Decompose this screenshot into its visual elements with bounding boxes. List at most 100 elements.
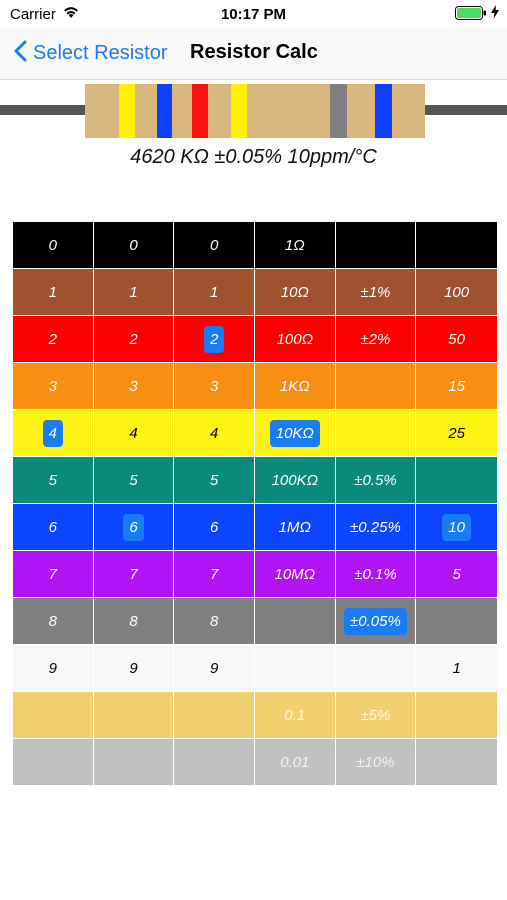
cell-black-band-2[interactable]: 0 bbox=[93, 222, 175, 269]
cell-green-multiplier[interactable]: 100KΩ bbox=[254, 457, 336, 504]
cell-red-band-2[interactable]: 2 bbox=[93, 316, 175, 363]
cell-white-tempco[interactable]: 1 bbox=[416, 645, 497, 692]
cell-gray-tempco[interactable] bbox=[416, 598, 497, 645]
cell-value: ±5% bbox=[360, 706, 391, 724]
cell-black-multiplier[interactable]: 1Ω bbox=[254, 222, 336, 269]
cell-red-tolerance[interactable]: ±2% bbox=[335, 316, 417, 363]
cell-orange-band-3[interactable]: 3 bbox=[174, 363, 255, 410]
cell-silver-tolerance[interactable]: ±10% bbox=[335, 739, 417, 786]
cell-gray-tolerance[interactable]: ±0.05% bbox=[335, 598, 417, 645]
cell-yellow-band-3[interactable]: 4 bbox=[174, 410, 255, 457]
cell-violet-multiplier[interactable]: 10MΩ bbox=[254, 551, 336, 598]
cell-brown-band-3[interactable]: 1 bbox=[174, 269, 255, 316]
cell-green-tempco[interactable] bbox=[416, 457, 497, 504]
back-button[interactable]: Select Resistor bbox=[14, 40, 168, 67]
cell-brown-band-2[interactable]: 1 bbox=[93, 269, 175, 316]
cell-red-tempco[interactable]: 50 bbox=[416, 316, 497, 363]
grid-row-gold: 0.1 ±5% bbox=[13, 692, 497, 739]
resistor-lead-right bbox=[420, 105, 507, 115]
cell-brown-multiplier[interactable]: 10Ω bbox=[254, 269, 336, 316]
cell-value: 6 bbox=[209, 518, 219, 536]
grid-row-yellow: 4 4 4 10KΩ 25 bbox=[13, 410, 497, 457]
cell-silver-multiplier[interactable]: 0.01 bbox=[254, 739, 336, 786]
cell-orange-multiplier[interactable]: 1KΩ bbox=[254, 363, 336, 410]
cell-brown-band-1[interactable]: 1 bbox=[13, 269, 94, 316]
resistor-band-3-red bbox=[192, 84, 208, 138]
resistor-band-5-gray bbox=[330, 84, 347, 138]
cell-black-tempco[interactable] bbox=[416, 222, 497, 269]
cell-white-band-3[interactable]: 9 bbox=[174, 645, 255, 692]
cell-black-band-1[interactable]: 0 bbox=[13, 222, 94, 269]
back-button-label: Select Resistor bbox=[33, 42, 168, 64]
cell-orange-tolerance[interactable] bbox=[335, 363, 417, 410]
cell-yellow-tempco[interactable]: 25 bbox=[416, 410, 497, 457]
cell-value: 5 bbox=[452, 565, 461, 583]
grid-row-brown: 1 1 1 10Ω ±1% 100 bbox=[13, 269, 497, 316]
cell-gray-band-1[interactable]: 8 bbox=[13, 598, 94, 645]
cell-value: ±1% bbox=[360, 283, 391, 301]
cell-yellow-tolerance[interactable] bbox=[335, 410, 417, 457]
cell-gold-band-3[interactable] bbox=[174, 692, 255, 739]
cell-black-tolerance[interactable] bbox=[335, 222, 417, 269]
cell-violet-band-1[interactable]: 7 bbox=[13, 551, 94, 598]
cell-blue-band-1[interactable]: 6 bbox=[13, 504, 94, 551]
selected-cell-value: ±0.05% bbox=[344, 607, 407, 635]
cell-green-band-1[interactable]: 5 bbox=[13, 457, 94, 504]
cell-red-band-3[interactable]: 2 bbox=[174, 316, 255, 363]
charging-icon bbox=[491, 5, 499, 24]
cell-gray-multiplier[interactable] bbox=[254, 598, 336, 645]
grid-row-gray: 8 8 8 ±0.05% bbox=[13, 598, 497, 645]
cell-violet-band-2[interactable]: 7 bbox=[93, 551, 175, 598]
cell-value: 0.01 bbox=[280, 753, 310, 771]
cell-white-tolerance[interactable] bbox=[335, 645, 417, 692]
cell-yellow-band-1[interactable]: 4 bbox=[13, 410, 94, 457]
cell-value: 0 bbox=[209, 236, 219, 254]
cell-red-band-1[interactable]: 2 bbox=[13, 316, 94, 363]
cell-silver-band-2[interactable] bbox=[93, 739, 175, 786]
cell-silver-band-3[interactable] bbox=[174, 739, 255, 786]
cell-value: 8 bbox=[129, 612, 138, 630]
cell-white-multiplier[interactable] bbox=[254, 645, 336, 692]
cell-gray-band-3[interactable]: 8 bbox=[174, 598, 255, 645]
cell-orange-band-2[interactable]: 3 bbox=[93, 363, 175, 410]
selected-cell-value: 10KΩ bbox=[269, 419, 320, 447]
cell-blue-tolerance[interactable]: ±0.25% bbox=[335, 504, 417, 551]
cell-red-multiplier[interactable]: 100Ω bbox=[254, 316, 336, 363]
cell-yellow-multiplier[interactable]: 10KΩ bbox=[254, 410, 336, 457]
cell-value: 7 bbox=[129, 565, 138, 583]
cell-white-band-1[interactable]: 9 bbox=[13, 645, 94, 692]
cell-blue-band-3[interactable]: 6 bbox=[174, 504, 255, 551]
cell-violet-tempco[interactable]: 5 bbox=[416, 551, 497, 598]
cell-brown-tolerance[interactable]: ±1% bbox=[335, 269, 417, 316]
cell-gold-band-1[interactable] bbox=[13, 692, 94, 739]
status-bar: Carrier 10:17 PM bbox=[0, 0, 507, 28]
cell-black-band-3[interactable]: 0 bbox=[174, 222, 255, 269]
cell-value: 100 bbox=[444, 283, 470, 301]
cell-gold-tolerance[interactable]: ±5% bbox=[335, 692, 417, 739]
cell-orange-band-1[interactable]: 3 bbox=[13, 363, 94, 410]
cell-green-tolerance[interactable]: ±0.5% bbox=[335, 457, 417, 504]
cell-value: ±10% bbox=[356, 753, 395, 771]
cell-green-band-3[interactable]: 5 bbox=[174, 457, 255, 504]
cell-green-band-2[interactable]: 5 bbox=[93, 457, 175, 504]
chevron-left-icon bbox=[14, 40, 27, 67]
cell-orange-tempco[interactable]: 15 bbox=[416, 363, 497, 410]
cell-silver-tempco[interactable] bbox=[416, 739, 497, 786]
cell-blue-tempco[interactable]: 10 bbox=[416, 504, 497, 551]
cell-blue-multiplier[interactable]: 1MΩ bbox=[254, 504, 336, 551]
cell-gold-tempco[interactable] bbox=[416, 692, 497, 739]
cell-violet-band-3[interactable]: 7 bbox=[174, 551, 255, 598]
page-title: Resistor Calc bbox=[190, 41, 318, 63]
cell-value: 9 bbox=[209, 659, 219, 677]
cell-brown-tempco[interactable]: 100 bbox=[416, 269, 497, 316]
cell-gold-multiplier[interactable]: 0.1 bbox=[254, 692, 336, 739]
cell-value: 15 bbox=[448, 377, 465, 395]
cell-value: 1 bbox=[209, 283, 219, 301]
cell-blue-band-2[interactable]: 6 bbox=[93, 504, 175, 551]
cell-yellow-band-2[interactable]: 4 bbox=[93, 410, 175, 457]
cell-silver-band-1[interactable] bbox=[13, 739, 94, 786]
cell-gray-band-2[interactable]: 8 bbox=[93, 598, 175, 645]
cell-violet-tolerance[interactable]: ±0.1% bbox=[335, 551, 417, 598]
cell-gold-band-2[interactable] bbox=[93, 692, 175, 739]
cell-white-band-2[interactable]: 9 bbox=[93, 645, 175, 692]
